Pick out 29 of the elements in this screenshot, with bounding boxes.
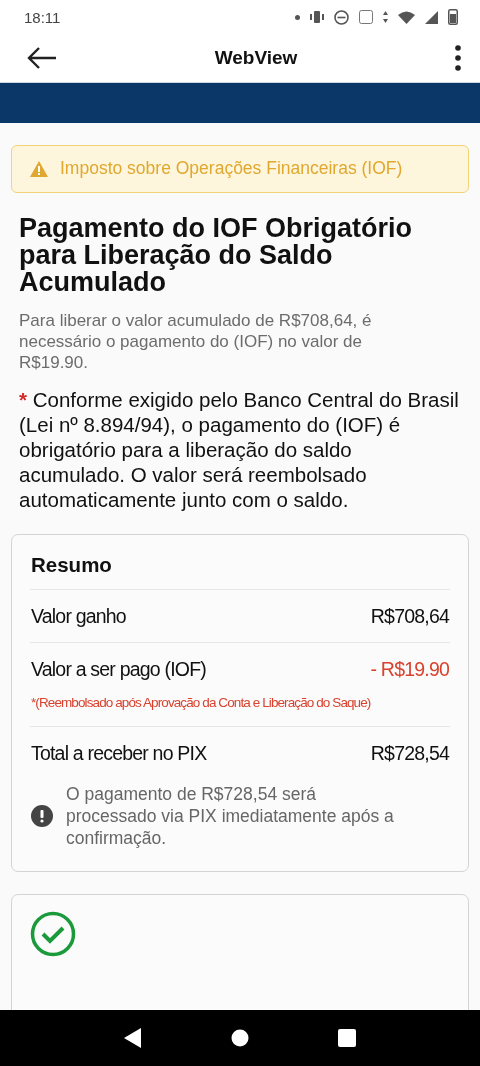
- app-bar-title: WebView: [214, 47, 298, 69]
- wifi-icon: [398, 10, 415, 24]
- row-value: - R$19.90: [370, 658, 449, 681]
- recents-nav-icon[interactable]: [337, 1029, 356, 1047]
- status-time: 18:11: [24, 8, 61, 26]
- back-nav-icon[interactable]: [124, 1028, 143, 1048]
- home-nav-icon[interactable]: [231, 1029, 249, 1047]
- signal-icon: [425, 10, 438, 24]
- row-value: R$728,54: [370, 742, 449, 765]
- more-icon: [454, 44, 462, 72]
- info-icon: [31, 805, 53, 827]
- warning-icon: [30, 160, 48, 177]
- do-not-disturb-icon: [334, 9, 349, 25]
- battery-icon: [448, 9, 458, 25]
- row-value: R$708,64: [370, 605, 449, 628]
- alert-text: Imposto sobre Operações Financeiras (IOF): [60, 158, 403, 179]
- row-label: Total a receber no PIX: [31, 742, 207, 765]
- subtitle-text: Para liberar o valor acumulado de R$708,64, é necessário o pagamento do (IOF) no valor de R$19.90.: [19, 310, 373, 373]
- summary-title: Resumo: [30, 553, 113, 578]
- dot-icon: [295, 14, 300, 20]
- notice-text: * Conforme exigido pelo Banco Central do Brasil (Lei nº 8.894/94), o pagamento do (IOF) é obrigatório para a liberação do saldo acumulado. O valor será reembolsado automaticamente junto com o saldo.: [19, 387, 460, 512]
- page-heading: Pagamento do IOF Obrigatório para Liberação do Saldo Acumulado: [19, 215, 414, 296]
- check-circle-icon: [30, 911, 76, 957]
- row-label: Valor a ser pago (IOF): [31, 658, 206, 681]
- footnote-text: *(Reembolsado após Aprovação da Conta e Liberação do Saque): [30, 695, 372, 712]
- row-label: Valor ganho: [31, 605, 126, 628]
- info-text: O pagamento de R$728,54 será processado via PIX imediatamente após a confirmação.: [66, 783, 395, 849]
- data-arrows-icon: [383, 11, 388, 23]
- vibrate-icon: [310, 11, 324, 23]
